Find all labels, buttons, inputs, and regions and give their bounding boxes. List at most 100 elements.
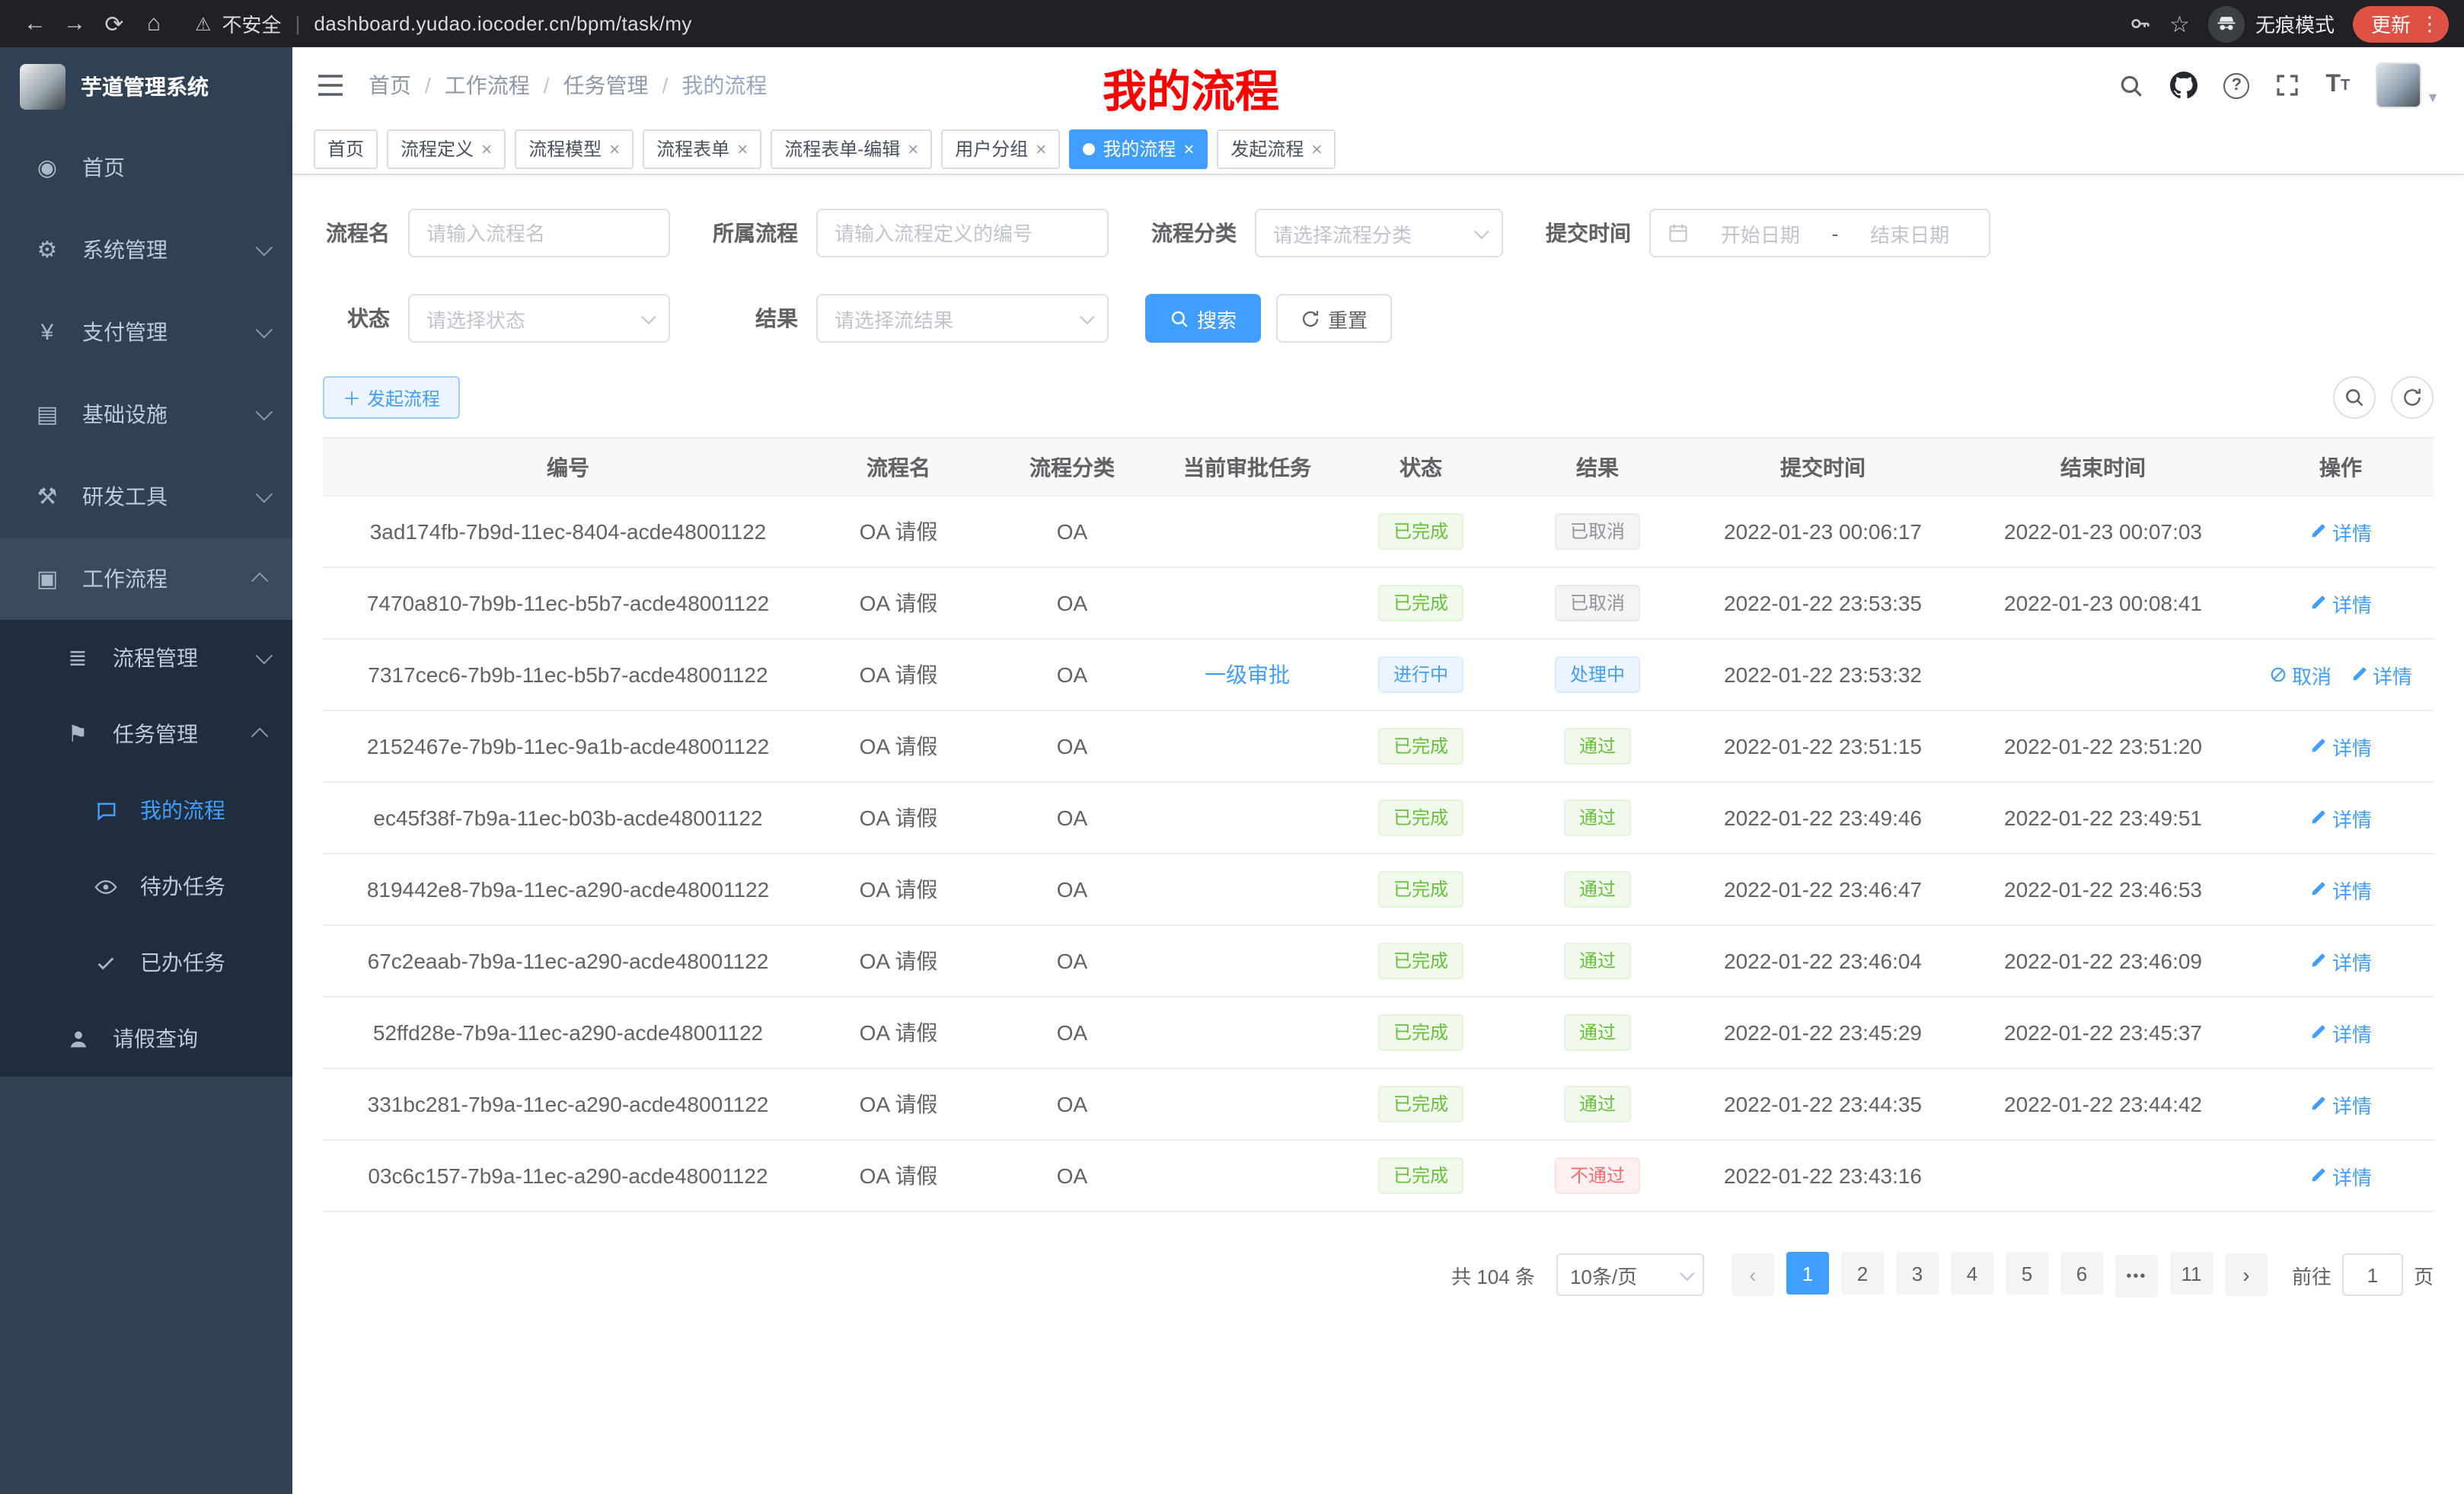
search-button[interactable]: 搜索 xyxy=(1145,294,1261,343)
result-tag: 不通过 xyxy=(1555,1157,1640,1194)
pager-page-5[interactable]: 5 xyxy=(2006,1252,2048,1294)
breadcrumb-item[interactable]: 工作流程 xyxy=(445,70,530,101)
close-icon[interactable]: × xyxy=(1183,139,1194,158)
detail-button[interactable]: 详情 xyxy=(2309,589,2372,618)
reset-button[interactable]: 重置 xyxy=(1276,294,1392,343)
result-label: 结果 xyxy=(707,303,798,334)
browser-menu-icon[interactable]: ⋮ xyxy=(2420,11,2440,36)
tab-user-group[interactable]: 用户分组× xyxy=(941,129,1060,168)
sidebar-item-payment[interactable]: ¥ 支付管理 xyxy=(0,291,292,373)
process-definition-input[interactable] xyxy=(835,222,1090,244)
tab-process-model[interactable]: 流程模型× xyxy=(515,129,634,168)
hamburger-icon[interactable] xyxy=(317,75,344,96)
home-icon[interactable]: ⌂ xyxy=(134,4,174,43)
goto-page-input[interactable] xyxy=(2342,1253,2403,1296)
select-placeholder: 请选择流程分类 xyxy=(1273,219,1412,247)
result-select[interactable]: 请选择流结果 xyxy=(816,294,1109,343)
update-label: 更新 xyxy=(2371,9,2411,38)
detail-button[interactable]: 详情 xyxy=(2309,1161,2372,1190)
category-select[interactable]: 请选择流程分类 xyxy=(1255,209,1503,257)
sidebar-item-task-management[interactable]: ⚑ 任务管理 xyxy=(0,696,292,772)
app-logo[interactable]: 芋道管理系统 xyxy=(0,47,292,126)
detail-button[interactable]: 详情 xyxy=(2350,660,2412,689)
detail-button[interactable]: 详情 xyxy=(2309,947,2372,975)
status-select[interactable]: 请选择状态 xyxy=(408,294,670,343)
font-size-icon[interactable]: TT xyxy=(2325,72,2350,99)
close-icon[interactable]: × xyxy=(1036,139,1046,158)
search-icon[interactable] xyxy=(2118,72,2144,98)
address-bar[interactable]: ⚠ 不安全 | dashboard.yudao.iocoder.cn/bpm/t… xyxy=(195,9,692,38)
cell-result: 通过 xyxy=(1508,782,1687,854)
pager-next-button[interactable]: › xyxy=(2225,1253,2268,1296)
forward-icon[interactable]: → xyxy=(55,4,94,43)
plus-icon: ＋ xyxy=(343,385,361,410)
detail-button[interactable]: 详情 xyxy=(2309,803,2372,832)
submit-time-label: 提交时间 xyxy=(1540,218,1631,248)
pager-page-3[interactable]: 3 xyxy=(1896,1252,1939,1294)
sidebar-item-workflow[interactable]: ▣ 工作流程 xyxy=(0,538,292,620)
pager-page-6[interactable]: 6 xyxy=(2060,1252,2103,1294)
process-name-input[interactable] xyxy=(426,222,652,244)
sidebar-item-process-management[interactable]: ≣ 流程管理 xyxy=(0,620,292,696)
pager-page-1[interactable]: 1 xyxy=(1786,1252,1829,1294)
bookmark-star-icon[interactable]: ☆ xyxy=(2169,10,2190,37)
date-range-picker[interactable]: 开始日期 - 结束日期 xyxy=(1649,209,1990,257)
sidebar-item-infrastructure[interactable]: ▤ 基础设施 xyxy=(0,373,292,455)
page-size-select[interactable]: 10条/页 xyxy=(1556,1253,1704,1296)
sidebar-item-todo-tasks[interactable]: 待办任务 xyxy=(0,848,292,924)
github-icon[interactable] xyxy=(2170,72,2197,99)
list-icon: ≣ xyxy=(61,644,94,672)
password-key-icon[interactable] xyxy=(2128,12,2151,35)
sidebar-item-done-tasks[interactable]: 已办任务 xyxy=(0,924,292,1001)
detail-button[interactable]: 详情 xyxy=(2309,875,2372,904)
status-label: 状态 xyxy=(323,303,390,334)
flag-icon: ⚑ xyxy=(61,720,94,748)
start-process-button[interactable]: ＋ 发起流程 xyxy=(323,376,460,419)
pager-page-11[interactable]: 11 xyxy=(2170,1252,2213,1294)
cell-submit-time: 2022-01-22 23:44:35 xyxy=(1687,1068,1958,1140)
sidebar-item-system[interactable]: ⚙ 系统管理 xyxy=(0,209,292,291)
tab-start-process[interactable]: 发起流程× xyxy=(1217,129,1336,168)
fullscreen-icon[interactable] xyxy=(2275,73,2300,97)
detail-button[interactable]: 详情 xyxy=(2309,517,2372,546)
help-icon[interactable]: ? xyxy=(2223,72,2249,98)
pager-page-2[interactable]: 2 xyxy=(1841,1252,1884,1294)
breadcrumb: 首页 / 工作流程 / 任务管理 / 我的流程 xyxy=(369,70,767,101)
close-icon[interactable]: × xyxy=(609,139,620,158)
select-placeholder: 请选择状态 xyxy=(426,304,525,333)
avatar xyxy=(2376,62,2421,108)
refresh-icon-button[interactable] xyxy=(2391,376,2434,419)
detail-button[interactable]: 详情 xyxy=(2309,1018,2372,1047)
tab-home[interactable]: 首页 xyxy=(314,129,378,168)
current-task-link[interactable]: 一级审批 xyxy=(1205,662,1290,687)
back-icon[interactable]: ← xyxy=(15,4,55,43)
user-menu[interactable]: ▼ xyxy=(2376,62,2440,108)
hide-search-icon-button[interactable] xyxy=(2333,376,2376,419)
cancel-button[interactable]: 取消 xyxy=(2269,660,2332,689)
pager-page-4[interactable]: 4 xyxy=(1951,1252,1993,1294)
cell-name: OA 请假 xyxy=(813,639,984,710)
detail-button[interactable]: 详情 xyxy=(2309,732,2372,761)
sidebar-item-devtools[interactable]: ⚒ 研发工具 xyxy=(0,455,292,538)
tab-process-form[interactable]: 流程表单× xyxy=(643,129,761,168)
browser-update-button[interactable]: 更新 ⋮ xyxy=(2353,5,2449,42)
close-icon[interactable]: × xyxy=(908,139,918,158)
sidebar-item-home[interactable]: ◉ 首页 xyxy=(0,126,292,209)
reload-icon[interactable]: ⟳ xyxy=(94,4,134,43)
tab-process-definition[interactable]: 流程定义× xyxy=(387,129,506,168)
tab-my-process[interactable]: 我的流程× xyxy=(1069,129,1208,168)
breadcrumb-item[interactable]: 首页 xyxy=(369,70,411,101)
breadcrumb-item[interactable]: 任务管理 xyxy=(563,70,649,101)
close-icon[interactable]: × xyxy=(737,139,748,158)
tab-process-form-edit[interactable]: 流程表单-编辑× xyxy=(771,129,932,168)
close-icon[interactable]: × xyxy=(1311,139,1322,158)
column-header: 当前审批任务 xyxy=(1160,438,1334,496)
sidebar-item-leave-query[interactable]: 请假查询 xyxy=(0,1001,292,1077)
tools-icon: ⚒ xyxy=(30,483,64,510)
pager-ellipsis[interactable]: ••• xyxy=(2115,1255,2158,1298)
detail-button[interactable]: 详情 xyxy=(2309,1090,2372,1119)
close-icon[interactable]: × xyxy=(481,139,492,158)
pager-prev-button[interactable]: ‹ xyxy=(1732,1253,1774,1296)
cell-name: OA 请假 xyxy=(813,997,984,1068)
sidebar-item-my-process[interactable]: 我的流程 xyxy=(0,772,292,848)
